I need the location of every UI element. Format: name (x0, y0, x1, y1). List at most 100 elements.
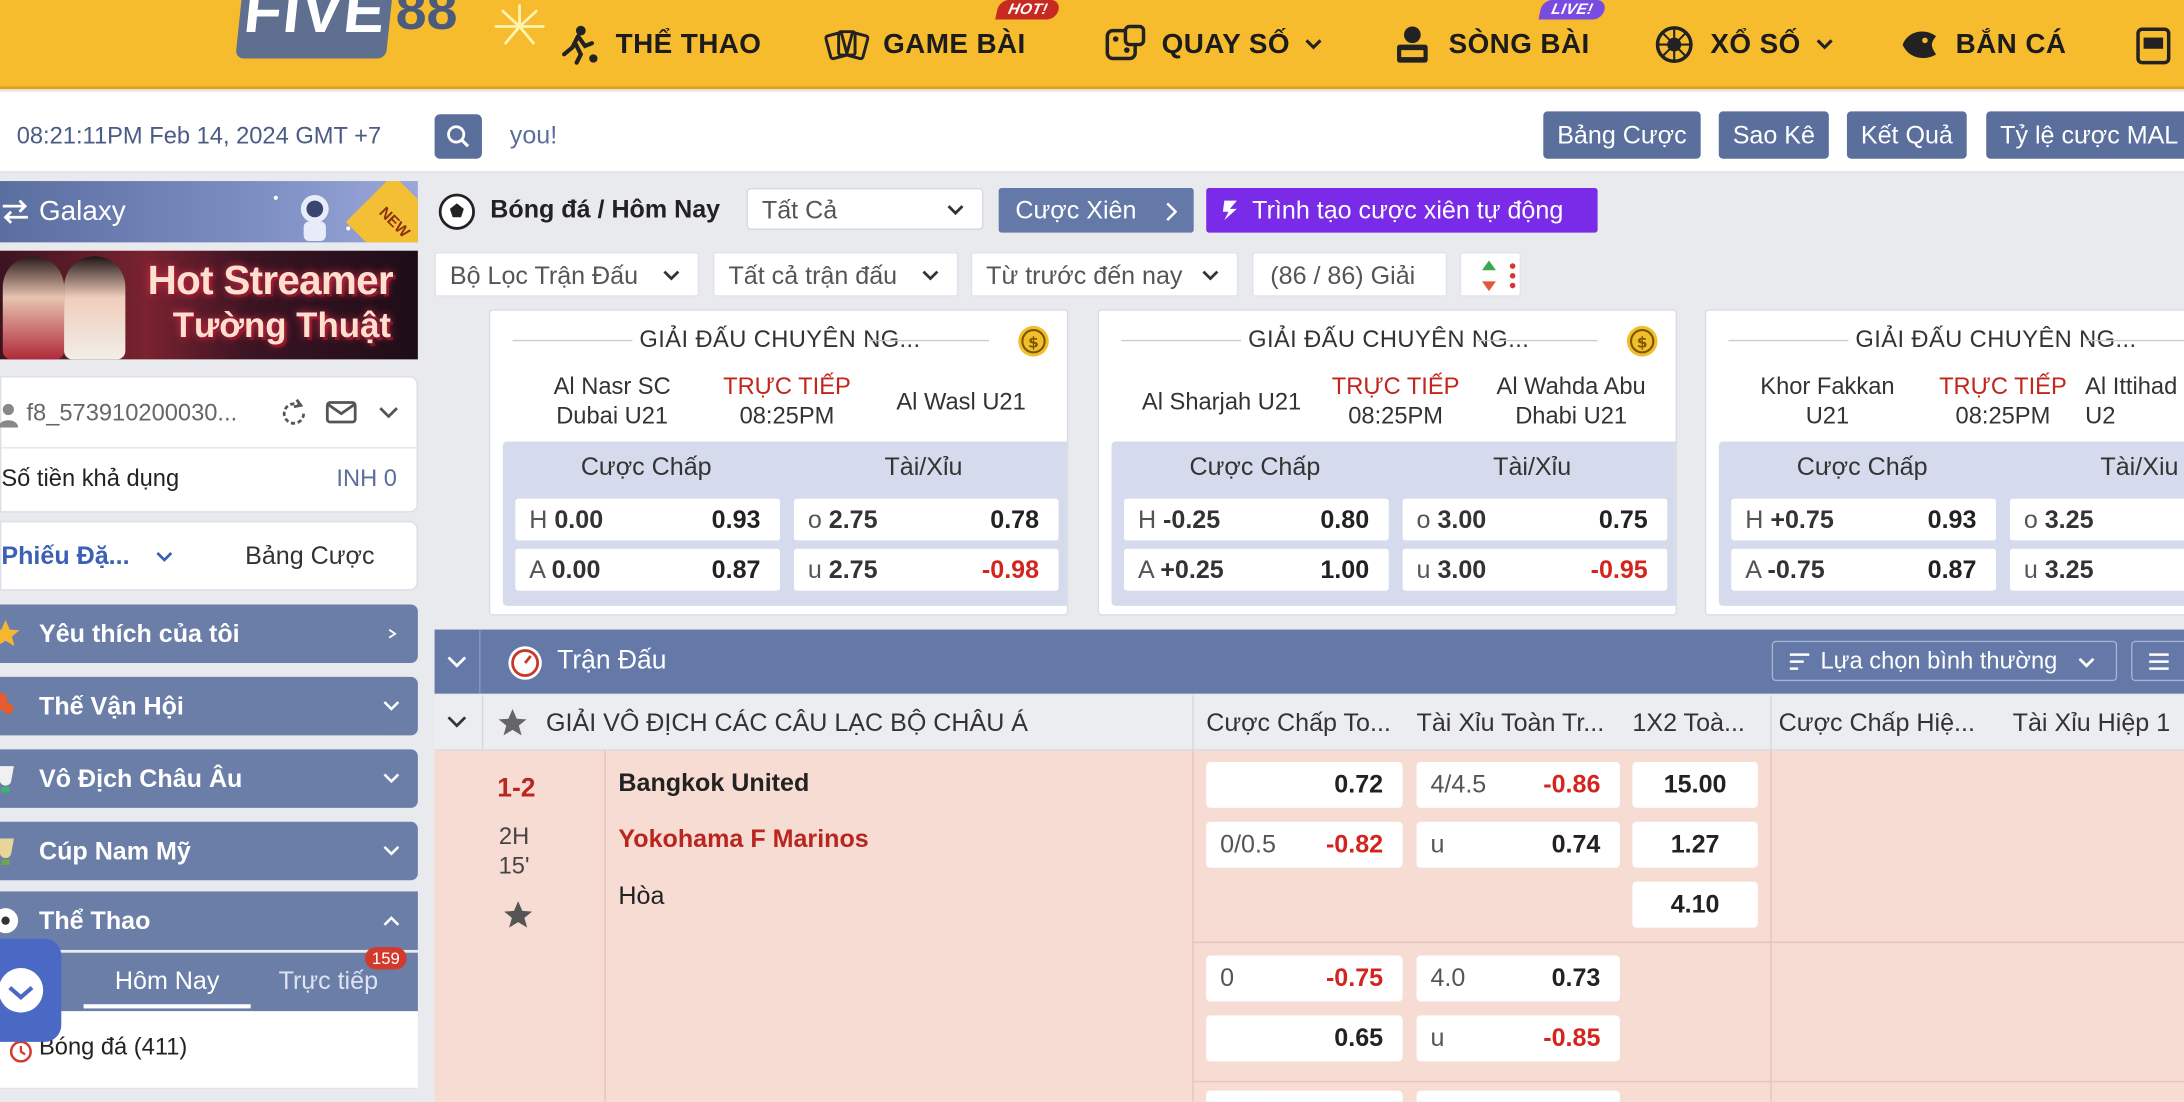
dice-icon (1103, 22, 1148, 67)
odds-button-handicap-away-alt[interactable]: 0.65 (1206, 1015, 1403, 1062)
odds-button-1x2-home[interactable]: 15.00 (1632, 761, 1758, 808)
odds-button-handicap-home-alt[interactable]: 0 -0.75 (1206, 955, 1403, 1002)
chat-button[interactable] (0, 938, 62, 1042)
site-logo[interactable]: FIVE 88 (235, 0, 466, 59)
odds-button-under[interactable]: u 2.75 -0.98 (793, 548, 1059, 591)
layout-select[interactable] (2131, 640, 2184, 682)
featured-match-card[interactable]: GIẢI ĐẤU CHUYÊN NG... $ Al Nasr SC Dubai… (488, 309, 1069, 616)
odds-type-button[interactable]: Tỷ lệ cược MAL (1986, 111, 2184, 159)
away-team-name[interactable]: Yokohama F Marinos (618, 825, 868, 854)
refresh-icon[interactable] (277, 397, 310, 430)
odds-button-home[interactable]: H +0.75 0.93 (1731, 498, 1996, 541)
nav-fishing[interactable]: BẮN CÁ (1897, 19, 2066, 69)
odds-button-under-alt[interactable]: u -0.85 (1416, 1015, 1620, 1062)
view-mode-label: Lựa chọn bình thường (1820, 647, 2058, 675)
league-name: GIẢI ĐẤU CHUYÊN NG... (1099, 326, 1676, 354)
odds-button-handicap-away[interactable]: 0/0.5 -0.82 (1206, 821, 1403, 868)
hot-streamer-banner[interactable]: Hot Streamer Tường Thuật (0, 250, 418, 360)
chevron-down-icon[interactable] (446, 655, 468, 669)
total-line: 3.00 (1437, 555, 1487, 584)
sort-toggle-button[interactable] (1459, 252, 1521, 297)
chevron-down-icon[interactable] (446, 715, 468, 729)
chevron-down-icon[interactable] (155, 550, 175, 564)
parlay-label: Cược Xiên (1015, 196, 1137, 225)
sidebar-item-euro[interactable]: Vô Địch Châu Âu (0, 749, 418, 808)
nav-sports[interactable]: THỂ THAO (557, 19, 761, 69)
odds-value: 0.74 (1551, 830, 1601, 858)
chevron-down-icon (1816, 39, 1833, 50)
all-matches-select[interactable]: Tất cả trận đấu (713, 252, 959, 297)
odds-button-over-alt[interactable]: 4.0 0.73 (1416, 955, 1620, 1002)
odds-button-over[interactable]: o 3.25 (2009, 498, 2184, 541)
coin-icon[interactable]: $ (1017, 325, 1050, 358)
nav-lottery-spin[interactable]: QUAY SỐ (1103, 19, 1323, 69)
time-range-select[interactable]: Từ trước đến nay (970, 252, 1239, 297)
search-input[interactable]: you! (510, 121, 557, 150)
sidebar-item-copa[interactable]: Cúp Nam Mỹ (0, 821, 418, 881)
user-icon (0, 403, 19, 428)
cards-icon (824, 22, 870, 67)
odds-button-over[interactable]: o 3.00 0.75 (1402, 498, 1668, 541)
star-icon[interactable] (496, 706, 529, 739)
tab-bet-list[interactable]: Bảng Cược (245, 542, 374, 571)
match-filter-select[interactable]: Bộ Lọc Trận Đấu (434, 252, 700, 297)
odds-button-under[interactable]: u 3.00 -0.95 (1402, 548, 1668, 591)
nav-casino[interactable]: LIVE! SÒNG BÀI (1390, 0, 1607, 69)
sport-label: Bóng đá (411) (38, 1033, 188, 1060)
home-team-name[interactable]: Bangkok United (618, 769, 809, 798)
odds-button-1x2-draw[interactable]: 4.10 (1632, 881, 1758, 928)
coin-icon[interactable]: $ (1625, 325, 1658, 358)
odds-button-partial[interactable] (1416, 1090, 1620, 1102)
featured-match-card[interactable]: GIẢI ĐẤU CHUYÊN NG... $ Al Sharjah U21 T… (1097, 309, 1677, 616)
sidebar-item-sports[interactable]: Thể Thao (0, 891, 418, 950)
market-select[interactable]: Tất Cả (746, 188, 984, 230)
odds-value: 0.75 (1598, 505, 1648, 534)
bet-list-button[interactable]: Bảng Cược (1543, 111, 1701, 159)
odds-button-away[interactable]: A +0.25 1.00 (1124, 548, 1389, 591)
odds-button-handicap-home[interactable]: 0.72 (1206, 761, 1403, 808)
odds-button-under[interactable]: u 0.74 (1416, 821, 1620, 868)
auto-parlay-button[interactable]: Trình tạo cược xiên tự động (1206, 188, 1598, 233)
nav-label: BẮN CÁ (1955, 28, 2067, 60)
odds-button-1x2-away[interactable]: 1.27 (1632, 821, 1758, 868)
handicap-line: 0/0.5 (1220, 830, 1276, 858)
league-count-button[interactable]: (86 / 86) Giải (1252, 252, 1448, 297)
search-button[interactable] (434, 114, 482, 159)
streamer-image (2, 256, 65, 360)
odds-button-away[interactable]: A -0.75 0.87 (1731, 548, 1996, 591)
tab-live[interactable]: Trực tiếp (279, 953, 378, 1009)
tab-bet-slip[interactable]: Phiếu Đặ... (1, 542, 129, 571)
nav-lottery[interactable]: XỔ SỐ (1652, 19, 1834, 69)
sidebar-item-favorites[interactable]: Yêu thích của tôi (0, 604, 418, 663)
nav-card-games[interactable]: HOT! GAME BÀI (824, 0, 1061, 69)
odds-button-under[interactable]: u 3.25 (2009, 548, 2184, 591)
sports-ball-icon (0, 908, 19, 934)
star-icon[interactable] (501, 898, 534, 931)
view-mode-select[interactable]: Lựa chọn bình thường (1771, 640, 2118, 682)
odds-button-partial[interactable] (1206, 1090, 1403, 1102)
results-button[interactable]: Kết Quả (1846, 111, 1967, 159)
sidebar-item-label: Yêu thích của tôi (38, 619, 240, 648)
galaxy-banner[interactable]: Galaxy NEW (0, 181, 418, 243)
sidebar-item-soccer[interactable]: Bóng đá (411) (0, 1011, 418, 1090)
featured-match-card[interactable]: GIẢI ĐẤU CHUYÊN NG... Khor Fakkan U21 TR… (1704, 309, 2184, 616)
odds-button-home[interactable]: H 0.00 0.93 (515, 498, 780, 541)
total-line: 2.75 (828, 555, 878, 584)
odds-value: 1.00 (1320, 555, 1370, 584)
odds-button-away[interactable]: A 0.00 0.87 (515, 548, 780, 591)
svg-text:$: $ (1637, 334, 1648, 352)
statement-button[interactable]: Sao Kê (1718, 111, 1829, 159)
away-team: Al Wahda Abu Dhabi U21 (1496, 373, 1646, 429)
tab-today[interactable]: Hôm Nay (83, 953, 251, 1009)
chevron-down-icon[interactable] (377, 405, 399, 419)
slot-machine-icon[interactable] (2134, 25, 2176, 67)
sidebar-item-olympics[interactable]: Thế Vận Hội (0, 676, 418, 736)
home-team: Al Nasr SC Dubai U21 (553, 373, 671, 429)
odds-button-over[interactable]: o 2.75 0.78 (793, 498, 1059, 541)
odds-button-over[interactable]: 4/4.5 -0.86 (1416, 761, 1620, 808)
total-line: 3.00 (1437, 505, 1487, 534)
clock-icon (9, 1040, 32, 1063)
parlay-button[interactable]: Cược Xiên (998, 188, 1194, 233)
mail-icon[interactable] (325, 398, 358, 426)
odds-button-home[interactable]: H -0.25 0.80 (1124, 498, 1389, 541)
